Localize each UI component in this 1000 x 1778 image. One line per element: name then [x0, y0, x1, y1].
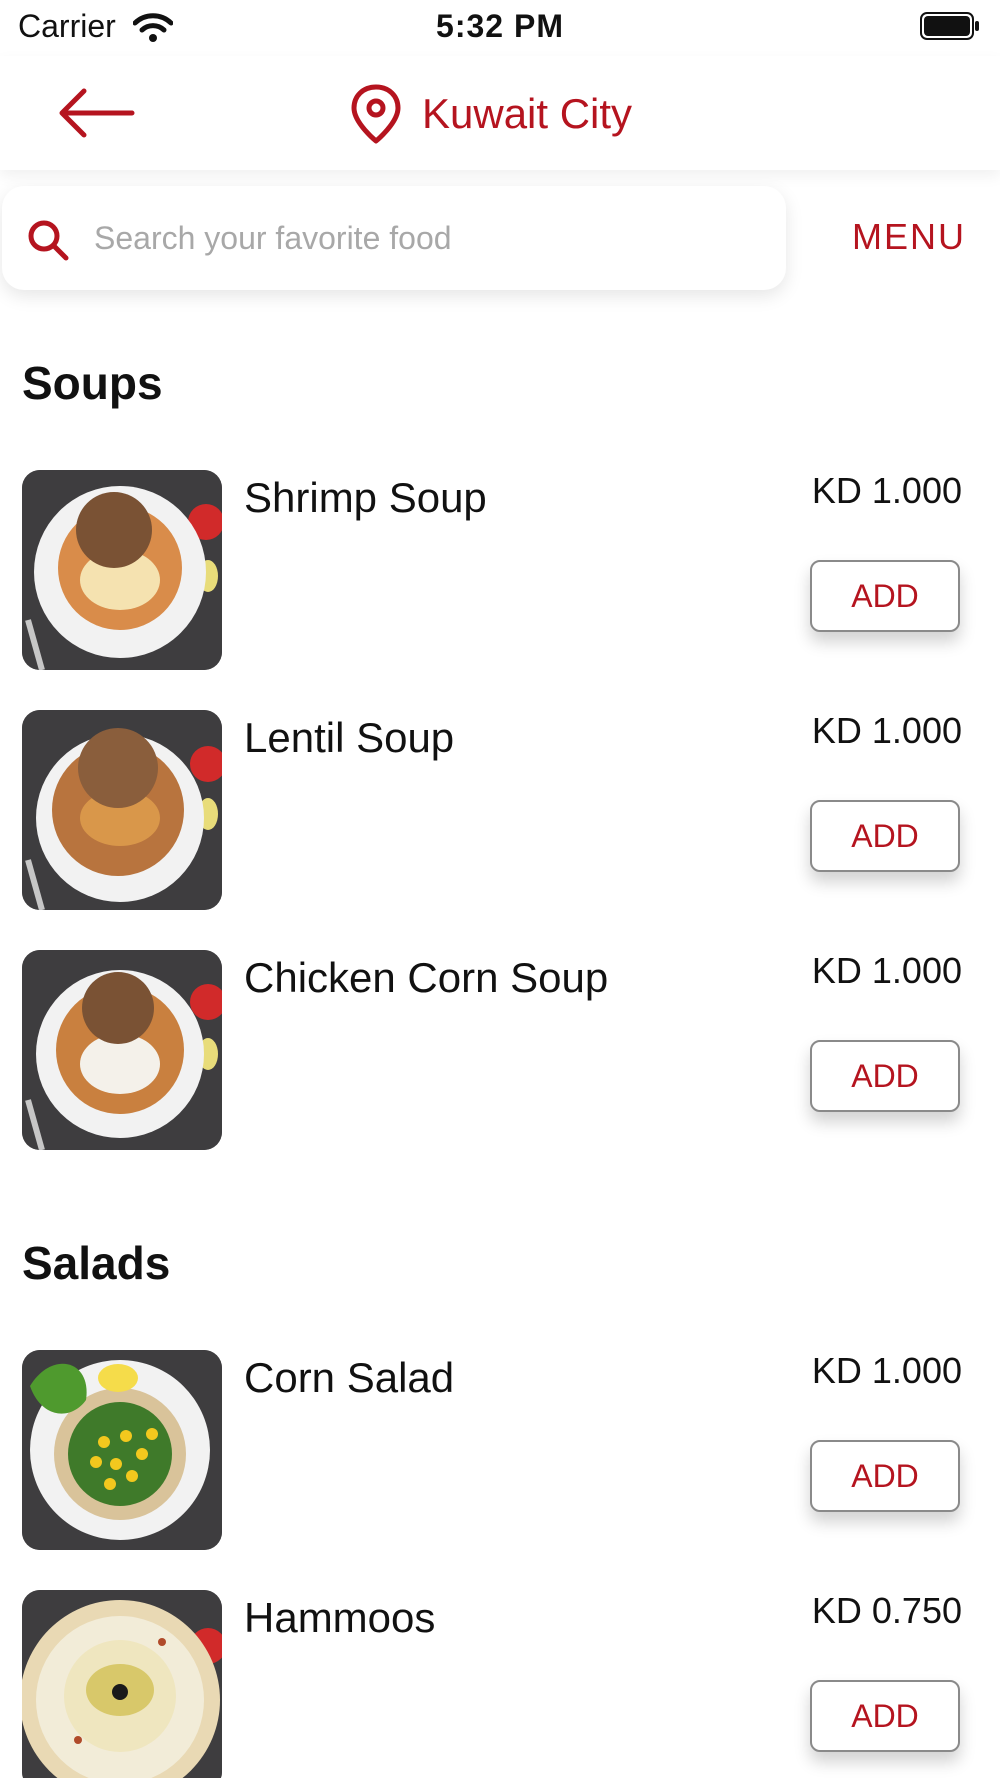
- food-image-shrimp-soup: [22, 470, 222, 670]
- battery-icon: [920, 12, 979, 40]
- food-image-chicken-corn-soup: [22, 950, 222, 1150]
- status-time: 5:32 PM: [436, 8, 564, 44]
- item-price: KD 1.000: [811, 950, 962, 991]
- add-button[interactable]: ADD: [810, 1680, 960, 1752]
- menu-item[interactable]: Chicken Corn Soup KD 1.000 ADD: [0, 950, 1000, 1150]
- item-name: Hammoos: [244, 1594, 436, 1641]
- food-image-lentil-soup: [22, 710, 222, 910]
- menu-item[interactable]: Lentil Soup KD 1.000 ADD: [0, 710, 1000, 910]
- search-icon: [28, 220, 69, 261]
- nav-bar: Kuwait City: [0, 56, 1000, 170]
- item-name: Corn Salad: [244, 1354, 455, 1401]
- add-button[interactable]: ADD: [810, 1440, 960, 1512]
- menu-item[interactable]: Hammoos KD 0.750 ADD: [0, 1590, 1000, 1778]
- add-button[interactable]: ADD: [810, 560, 960, 632]
- item-name: Lentil Soup: [244, 714, 455, 761]
- location-selector[interactable]: Kuwait City: [350, 84, 632, 144]
- status-bar: Carrier 5:32 PM: [0, 0, 1000, 56]
- menu-button[interactable]: MENU: [852, 216, 966, 258]
- section-title-soups: Soups: [22, 357, 163, 409]
- search-input[interactable]: [94, 204, 754, 272]
- item-name: Shrimp Soup: [244, 474, 487, 521]
- section-title-salads: Salads: [22, 1237, 171, 1289]
- location-label: Kuwait City: [422, 90, 633, 137]
- menu-item[interactable]: Shrimp Soup KD 1.000 ADD: [0, 470, 1000, 670]
- item-price: KD 0.750: [811, 1590, 962, 1631]
- add-button[interactable]: ADD: [810, 800, 960, 872]
- food-image-hammoos: [22, 1590, 222, 1778]
- add-button[interactable]: ADD: [810, 1040, 960, 1112]
- item-price: KD 1.000: [811, 470, 962, 511]
- food-image-corn-salad: [22, 1350, 222, 1550]
- menu-item[interactable]: Corn Salad KD 1.000 ADD: [0, 1350, 1000, 1550]
- map-pin-icon: [351, 84, 401, 144]
- item-price: KD 1.000: [811, 1350, 962, 1391]
- item-price: KD 1.000: [811, 710, 962, 751]
- search-bar: [2, 186, 786, 290]
- item-name: Chicken Corn Soup: [244, 954, 609, 1001]
- arrow-left-icon[interactable]: [56, 86, 136, 140]
